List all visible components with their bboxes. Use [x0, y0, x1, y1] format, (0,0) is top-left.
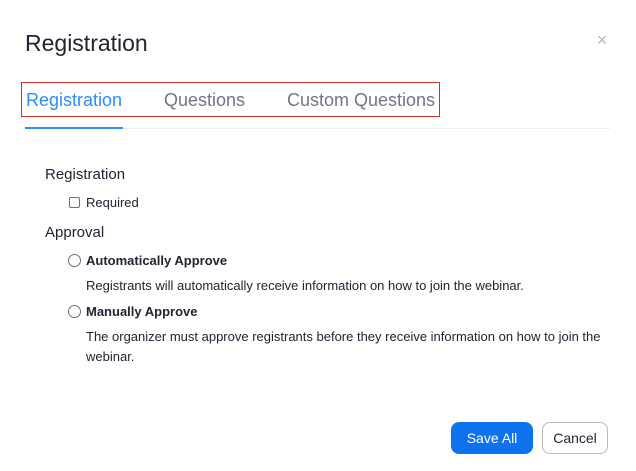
manual-approve-option[interactable]: Manually Approve — [68, 304, 197, 319]
manual-approve-radio[interactable] — [68, 305, 81, 318]
close-icon[interactable]: × — [592, 30, 612, 50]
tab-questions[interactable]: Questions — [164, 87, 287, 113]
tab-custom-questions[interactable]: Custom Questions — [287, 87, 435, 113]
auto-approve-option[interactable]: Automatically Approve — [68, 253, 227, 268]
tab-bar: Registration Questions Custom Questions — [26, 87, 435, 113]
auto-approve-radio[interactable] — [68, 254, 81, 267]
registration-heading: Registration — [45, 166, 126, 183]
approval-heading: Approval — [45, 224, 105, 241]
required-checkbox[interactable] — [69, 197, 80, 208]
registration-dialog: Registration × Registration Questions Cu… — [0, 0, 636, 471]
auto-approve-description: Registrants will automatically receive i… — [86, 278, 524, 293]
active-tab-underline — [25, 127, 123, 129]
manual-approve-label: Manually Approve — [86, 304, 198, 319]
save-all-button[interactable]: Save All — [451, 422, 533, 454]
auto-approve-label: Automatically Approve — [86, 253, 228, 268]
required-checkbox-row[interactable]: Required — [69, 195, 139, 210]
cancel-button[interactable]: Cancel — [542, 422, 608, 454]
manual-approve-description: The organizer must approve registrants b… — [86, 329, 601, 364]
dialog-title: Registration — [25, 30, 148, 56]
tab-registration[interactable]: Registration — [26, 87, 164, 113]
required-label: Required — [86, 195, 139, 210]
